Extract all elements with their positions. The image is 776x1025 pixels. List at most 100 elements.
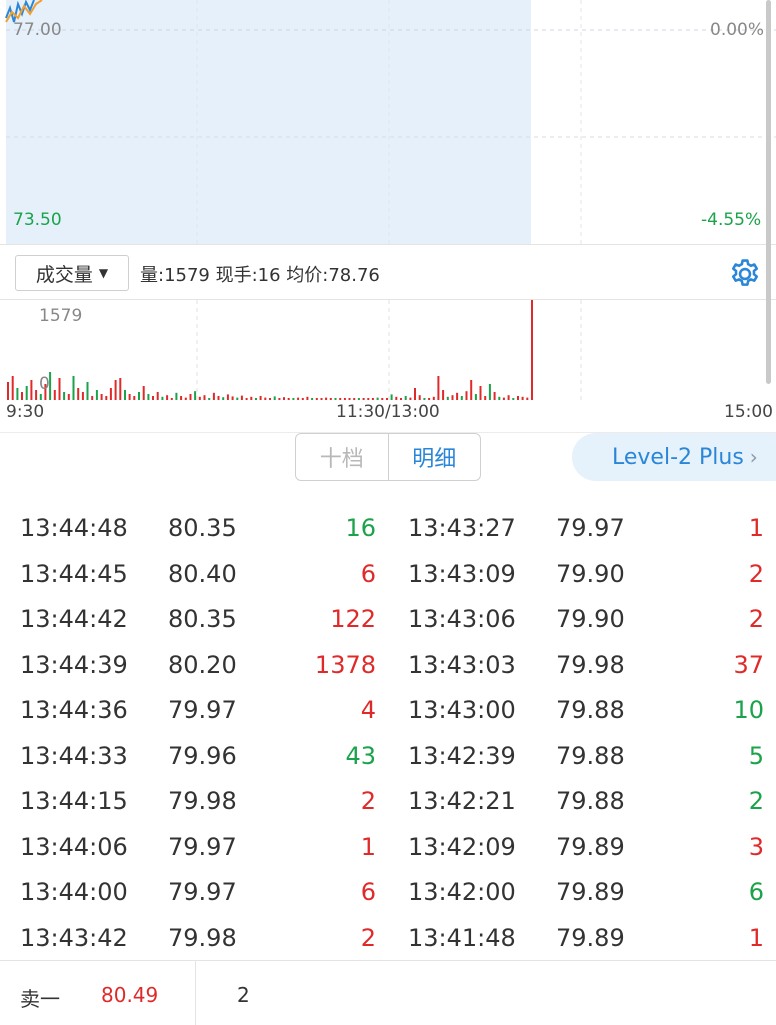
volume-bar [124, 390, 126, 400]
trade-time: 13:44:45 [20, 559, 128, 588]
trade-row: 13:42:39 79.88 5 [388, 734, 776, 780]
volume-chart[interactable]: 1579 0 [0, 300, 776, 400]
trade-time: 13:44:36 [20, 696, 128, 724]
volume-bar [414, 388, 416, 400]
trade-time: 13:43:27 [408, 514, 516, 542]
trade-volume: 37 [733, 650, 764, 679]
volume-bar [156, 392, 159, 400]
volume-bars-canvas [7, 300, 582, 400]
trade-price: 79.97 [168, 832, 237, 861]
trade-price: 79.88 [556, 741, 625, 770]
trade-price: 79.89 [556, 878, 625, 906]
volume-header: 成交量 ▼ 量:1579 现手:16 均价:78.76 [0, 244, 776, 300]
indicator-select[interactable]: 成交量 ▼ [15, 255, 129, 291]
level2-plus-button[interactable]: Level-2 Plus › [572, 433, 776, 481]
trade-row: 13:44:42 80.35 122 [0, 597, 388, 643]
trade-price: 80.35 [168, 514, 237, 542]
traded-area-shade [6, 0, 531, 244]
volume-bar [194, 391, 197, 400]
trade-volume: 43 [345, 741, 376, 770]
volume-bar [109, 388, 112, 400]
volume-bar [488, 384, 491, 400]
trade-column-left: 13:44:48 80.35 16 13:44:45 80.40 6 13:44:42 80.… [0, 506, 388, 961]
trade-volume: 2 [748, 787, 764, 815]
volume-bar [86, 382, 89, 400]
time-axis: 9:30 11:30/13:00 15:00 [0, 400, 776, 433]
sell-one-quantity: 2 [237, 983, 250, 1007]
pct-bottom-label: -4.55% [701, 210, 762, 230]
trade-price: 80.20 [168, 650, 237, 679]
volume-bar [77, 388, 80, 400]
volume-bar [63, 392, 66, 400]
volume-bar [465, 391, 468, 400]
volume-bar [531, 300, 533, 400]
volume-zero-label: 0 [39, 374, 50, 394]
trade-volume: 2 [748, 559, 764, 588]
trade-time: 13:44:06 [20, 832, 128, 861]
volume-bar [58, 378, 61, 400]
trade-time: 13:44:33 [20, 741, 128, 770]
tab-ten-level[interactable]: 十档 [296, 434, 389, 480]
trade-row: 13:44:15 79.98 2 [0, 779, 388, 825]
indicator-select-label: 成交量 [35, 263, 93, 286]
trade-volume: 6 [360, 878, 376, 906]
trade-row: 13:44:45 80.40 6 [0, 552, 388, 598]
volume-bar [72, 376, 75, 400]
scrollbar[interactable] [766, 0, 771, 384]
volume-bar [138, 392, 140, 400]
trade-row: 13:44:00 79.97 6 [0, 870, 388, 916]
trade-price: 80.40 [168, 559, 237, 588]
trade-time: 13:43:00 [408, 696, 516, 724]
volume-bar [114, 380, 117, 400]
trade-price: 79.98 [168, 787, 237, 815]
trade-time: 13:44:48 [20, 514, 128, 542]
gear-icon[interactable] [728, 257, 762, 291]
trade-price: 79.98 [556, 650, 625, 679]
trade-time: 13:43:09 [408, 559, 516, 588]
trade-time: 13:42:00 [408, 878, 516, 906]
trade-volume: 4 [360, 696, 376, 724]
trade-volume: 3 [748, 832, 764, 861]
volume-bar [142, 386, 145, 400]
trade-volume: 122 [330, 605, 376, 633]
price-top-label: 77.00 [13, 20, 62, 40]
volume-bar [442, 390, 445, 400]
trade-row: 13:44:39 80.20 1378 [0, 643, 388, 689]
trade-price: 80.35 [168, 605, 237, 633]
trade-price: 79.97 [168, 878, 237, 906]
chevron-right-icon: › [749, 445, 758, 469]
sell-one-label: 卖一 [20, 987, 60, 1011]
trade-time: 13:42:21 [408, 787, 516, 815]
trade-time: 13:43:06 [408, 605, 516, 633]
trade-volume: 2 [748, 605, 764, 633]
trade-row: 13:43:03 79.98 37 [388, 643, 776, 689]
time-start-label: 9:30 [6, 402, 45, 422]
volume-bar [437, 376, 440, 400]
trade-volume: 1378 [314, 650, 376, 679]
trade-price: 79.88 [556, 787, 625, 815]
trade-price: 79.96 [168, 741, 237, 770]
trade-row: 13:43:06 79.90 2 [388, 597, 776, 643]
trade-row: 13:43:09 79.90 2 [388, 552, 776, 598]
tab-detail[interactable]: 明细 [389, 434, 481, 480]
detail-tabs: 十档 明细 [295, 433, 481, 481]
trade-row: 13:41:48 79.89 1 [388, 916, 776, 962]
trade-volume: 16 [345, 514, 376, 542]
volume-bar [119, 378, 122, 400]
trade-row: 13:42:00 79.89 6 [388, 870, 776, 916]
trade-volume: 10 [733, 696, 764, 724]
volume-bar [35, 390, 38, 400]
trade-volume: 1 [360, 832, 376, 861]
trade-volume: 1 [748, 923, 764, 952]
trade-time: 13:44:00 [20, 878, 128, 906]
trade-price: 79.90 [556, 559, 625, 588]
volume-bar [212, 392, 215, 400]
order-book-bar: 卖一 80.49 2 [0, 960, 776, 1025]
trade-row: 13:44:36 79.97 4 [0, 688, 388, 734]
trade-time: 13:41:48 [408, 923, 516, 952]
trade-time: 13:44:42 [20, 605, 128, 633]
volume-bar [21, 392, 23, 400]
volume-bar [30, 380, 33, 400]
trade-column-right: 13:43:27 79.97 1 13:43:09 79.90 2 13:43:06 79.9… [388, 506, 776, 961]
price-chart[interactable]: 77.00 0.00% 73.50 -4.55% [0, 0, 776, 244]
